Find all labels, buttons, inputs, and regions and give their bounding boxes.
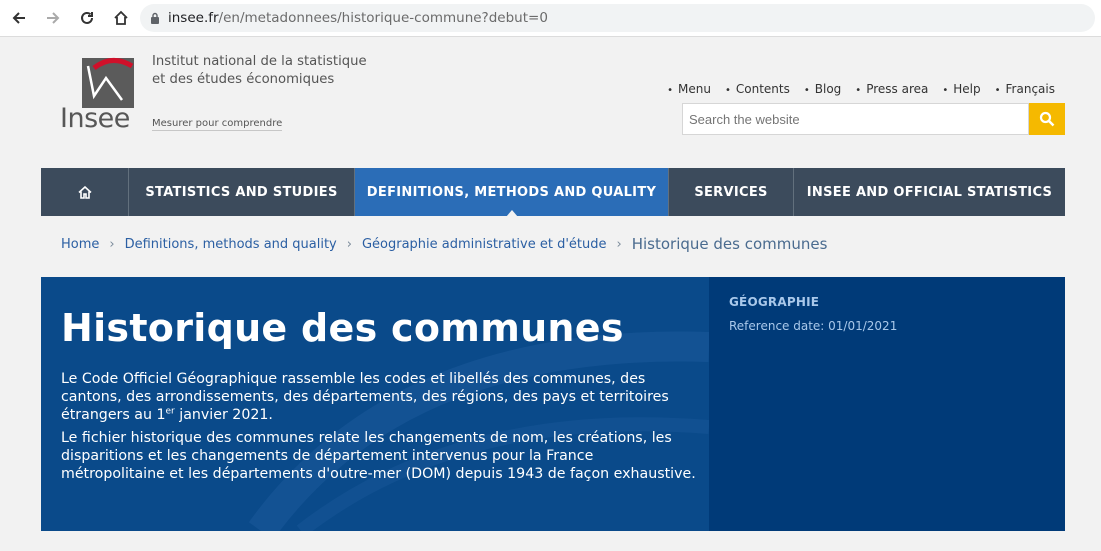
description-paragraph-2: Le fichier historique des communes relat… — [61, 430, 696, 482]
search-button[interactable] — [1029, 103, 1065, 135]
nav-insee-official-statistics[interactable]: INSEE AND OFFICIAL STATISTICS — [794, 168, 1065, 216]
top-link-label: Contents — [735, 82, 790, 96]
chevron-right-icon: › — [109, 236, 115, 252]
url-path: /en/metadonnees/historique-commune?debut… — [218, 10, 548, 26]
bullet-icon: • — [667, 85, 674, 96]
breadcrumb-current: Historique des communes — [631, 235, 828, 253]
logo-wordmark: Insee — [60, 103, 130, 134]
top-link-contents[interactable]: • Contents — [725, 82, 790, 96]
breadcrumb: Home › Definitions, methods and quality … — [61, 235, 827, 253]
reload-icon — [81, 11, 93, 24]
top-link-label: Français — [1005, 82, 1055, 96]
top-link-label: Blog — [814, 82, 842, 96]
active-caret-icon — [505, 210, 518, 217]
home-icon — [114, 10, 128, 25]
breadcrumb-definitions[interactable]: Definitions, methods and quality — [125, 237, 337, 252]
top-link-press-area[interactable]: • Press area — [855, 82, 928, 96]
breadcrumb-geographie[interactable]: Géographie administrative et d'étude — [362, 237, 607, 252]
nav-home[interactable] — [41, 168, 129, 216]
main-navigation: STATISTICS AND STUDIES DEFINITIONS, METH… — [41, 168, 1065, 217]
nav-definitions-methods-quality[interactable]: DEFINITIONS, METHODS AND QUALITY — [355, 168, 669, 217]
page-description: Le Code Officiel Géographique rassemble … — [61, 370, 701, 488]
arrow-left-icon — [12, 12, 25, 24]
search-icon — [1039, 111, 1055, 127]
description-text: janvier 2021. — [174, 407, 273, 423]
home-icon — [77, 185, 92, 199]
nav-services[interactable]: SERVICES — [669, 168, 794, 216]
home-button[interactable] — [106, 3, 136, 33]
theme-label[interactable]: GÉOGRAPHIE — [729, 295, 819, 309]
top-link-help[interactable]: • Help — [942, 82, 980, 96]
lock-icon — [150, 12, 160, 24]
bullet-icon: • — [724, 85, 731, 96]
top-links: • Menu • Contents • Blog • Press area • Help … — [667, 82, 1055, 96]
reference-date: Reference date: 01/01/2021 — [729, 319, 898, 333]
bullet-icon: • — [855, 85, 862, 96]
page-title: Historique des communes — [61, 306, 624, 350]
description-text: Le Code Officiel Géographique rassemble … — [61, 371, 669, 423]
site-header: Insee Institut national de la statistiqu… — [41, 37, 1065, 168]
arrow-right-icon — [47, 12, 60, 24]
top-link-label: Press area — [866, 82, 929, 96]
bullet-icon: • — [942, 85, 949, 96]
description-paragraph-1: Le Code Officiel Géographique rassemble … — [61, 370, 701, 424]
page: Insee Institut national de la statistiqu… — [41, 37, 1065, 551]
banner-main: Historique des communes Le Code Officiel… — [41, 277, 709, 531]
forward-button[interactable] — [38, 3, 68, 33]
institute-name-line2: et des études économiques — [152, 72, 335, 87]
address-bar[interactable]: insee.fr/en/metadonnees/historique-commu… — [140, 4, 1095, 32]
bullet-icon: • — [803, 85, 810, 96]
top-link-label: Menu — [678, 82, 711, 96]
institute-name: Institut national de la statistique et d… — [152, 53, 402, 89]
reload-button[interactable] — [72, 3, 102, 33]
url-host: insee.fr — [168, 10, 219, 26]
page-banner: Historique des communes Le Code Officiel… — [41, 277, 1065, 531]
breadcrumb-home[interactable]: Home — [61, 237, 99, 252]
top-link-francais[interactable]: • Français — [995, 82, 1055, 96]
top-link-label: Help — [953, 82, 981, 96]
back-button[interactable] — [4, 3, 34, 33]
browser-toolbar: insee.fr/en/metadonnees/historique-commu… — [0, 0, 1101, 37]
top-link-blog[interactable]: • Blog — [804, 82, 841, 96]
top-link-menu[interactable]: • Menu — [667, 82, 711, 96]
institute-name-line1: Institut national de la statistique — [152, 54, 367, 69]
nav-statistics-and-studies[interactable]: STATISTICS AND STUDIES — [129, 168, 355, 216]
nav-label: DEFINITIONS, METHODS AND QUALITY — [366, 184, 657, 200]
chevron-right-icon: › — [346, 236, 352, 252]
ordinal-suffix: er — [165, 406, 175, 417]
tagline: Mesurer pour comprendre — [152, 118, 283, 131]
bullet-icon: • — [994, 85, 1001, 96]
banner-sidebar: GÉOGRAPHIE Reference date: 01/01/2021 — [709, 277, 1065, 531]
site-search: Search the website — [682, 103, 1065, 135]
search-input[interactable]: Search the website — [682, 103, 1029, 135]
chevron-right-icon: › — [616, 236, 622, 252]
